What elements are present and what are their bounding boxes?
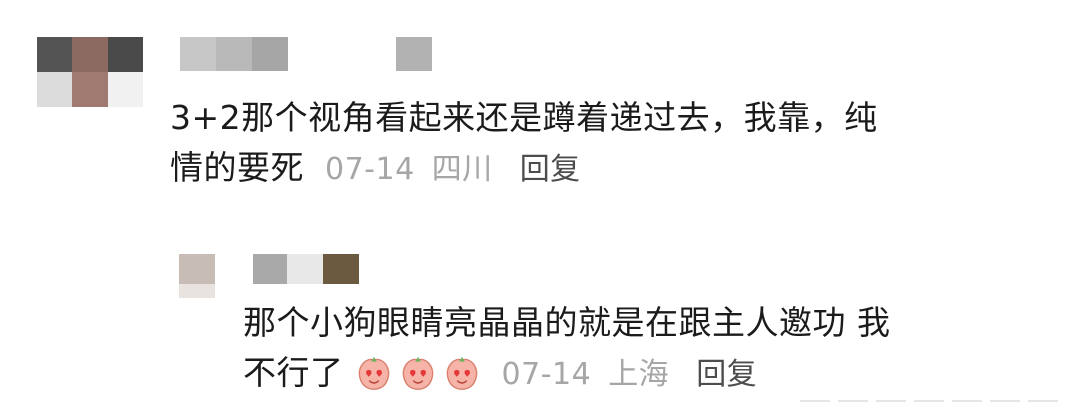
comment-1: 3+2那个视角看起来还是蹲着递过去，我靠，纯 情的要死 07-14 四川 回复 xyxy=(0,0,1076,210)
comment-location: 四川 xyxy=(431,152,493,187)
comment-date: 07-14 xyxy=(325,152,415,187)
reply-button[interactable]: 回复 xyxy=(696,357,757,392)
comment-text-line-1: 那个小狗眼睛亮晶晶的就是在跟主人邀功 我 xyxy=(243,303,891,342)
username-blurred[interactable] xyxy=(180,37,432,71)
heart-eyes-peach-emoji xyxy=(399,354,437,392)
heart-eyes-peach-emoji xyxy=(443,354,481,392)
avatar[interactable] xyxy=(179,254,215,298)
avatar-mosaic xyxy=(179,254,215,298)
comment-location: 上海 xyxy=(608,357,670,392)
comment-text-line-2-text: 不行了 xyxy=(243,353,344,392)
comment-text-line-2-text: 情的要死 xyxy=(170,148,304,187)
comment-date: 07-14 xyxy=(501,357,592,392)
comment-text-line-1: 3+2那个视角看起来还是蹲着递过去，我靠，纯 xyxy=(170,98,878,137)
comment-text-line-2: 情的要死 07-14 四川 回复 xyxy=(170,143,1050,195)
username-blurred[interactable] xyxy=(253,254,359,284)
comment-text: 那个小狗眼睛亮晶晶的就是在跟主人邀功 我 不行了 07-14 上海 回复 xyxy=(243,298,1063,400)
comment-text-line-2: 不行了 07-14 上海 回复 xyxy=(243,348,1063,400)
comment-text: 3+2那个视角看起来还是蹲着递过去，我靠，纯 情的要死 07-14 四川 回复 xyxy=(170,93,1050,195)
reply-button[interactable]: 回复 xyxy=(520,152,581,187)
comment-2: 那个小狗眼睛亮晶晶的就是在跟主人邀功 我 不行了 07-14 上海 回复 xyxy=(0,240,1076,416)
watermark-dashes xyxy=(800,400,1058,402)
heart-eyes-peach-emoji xyxy=(355,354,393,392)
avatar-mosaic xyxy=(37,37,143,107)
avatar[interactable] xyxy=(37,37,143,107)
